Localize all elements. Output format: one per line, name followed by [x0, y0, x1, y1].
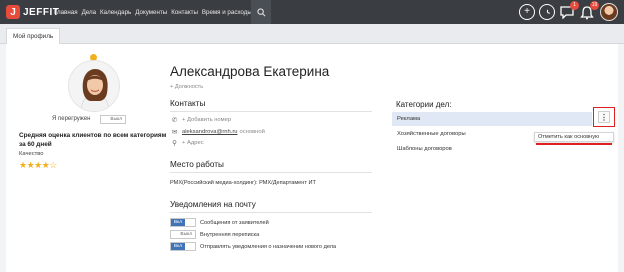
notif-toggle-new-case[interactable]: Вкл — [170, 242, 196, 251]
main-nav: Главная Дела Календарь Документы Контакт… — [54, 0, 256, 24]
workplace-value: РМХ(Российский медиа-холдинг): РМХ/Депар… — [170, 180, 316, 186]
clock-icon[interactable] — [539, 4, 555, 20]
notif-toggle-applicants[interactable]: Вкл — [170, 218, 196, 227]
tab-my-profile[interactable]: Мой профиль — [6, 28, 61, 44]
notif-label-new-case: Отправлять уведомления о назначении ново… — [200, 243, 337, 250]
address-row: ⚲ + Адрес — [170, 139, 204, 147]
nav-item-home[interactable]: Главная — [54, 9, 78, 16]
nav-search-button[interactable] — [251, 0, 271, 24]
kebab-menu-icon[interactable]: ⋮ — [598, 111, 610, 123]
tab-bar: Мой профиль — [0, 24, 624, 44]
category-item-contract-templates[interactable]: Шаблоны договоров — [392, 142, 452, 156]
nav-item-documents[interactable]: Документы — [135, 9, 167, 16]
category-item-advertising[interactable]: Реклама — [392, 112, 592, 126]
phone-row: ✆ + Добавить номер — [170, 116, 231, 124]
add-address-link[interactable]: + Адрес — [182, 140, 204, 146]
notif-toggle-applicants-state: Вкл — [171, 219, 185, 226]
rating-title: Средняя оценка клиентов по всем категори… — [19, 132, 167, 148]
chat-badge: 1 — [570, 1, 579, 10]
contacts-divider — [170, 111, 372, 112]
search-icon — [256, 7, 265, 16]
email-primary-tag: основной — [239, 129, 265, 135]
user-avatar[interactable] — [600, 3, 618, 21]
add-phone-link[interactable]: + Добавить номер — [182, 117, 231, 123]
notif-label-internal: Внутренняя переписка — [200, 231, 260, 238]
top-icons: + 1 19 — [515, 1, 618, 22]
profile-name: Александрова Екатерина — [170, 64, 330, 79]
top-navbar: J JEFFIT Главная Дела Календарь Документ… — [0, 0, 624, 24]
nav-item-cases[interactable]: Дела — [82, 9, 96, 16]
overload-label: Я перегружен — [52, 116, 91, 122]
notifications-divider — [170, 212, 372, 213]
bell-badge: 19 — [590, 1, 599, 10]
phone-icon: ✆ — [171, 117, 178, 124]
person-photo-icon — [69, 61, 119, 111]
quality-label: Качество — [19, 151, 44, 157]
add-position-link[interactable]: + Должность — [170, 84, 203, 90]
email-link[interactable]: aleksandrova@rnh.ru — [182, 129, 238, 135]
notif-row-new-case: Вкл Отправлять уведомления о назначении … — [170, 242, 336, 251]
mark-as-primary-option[interactable]: Отметить как основную — [534, 132, 614, 142]
nav-item-contacts[interactable]: Контакты — [171, 9, 198, 16]
category-label: Реклама — [397, 116, 421, 122]
logo-mark: J — [6, 5, 20, 19]
notif-label-applicants: Сообщения от заявителей — [200, 219, 269, 226]
notifications-title: Уведомления на почту — [170, 200, 256, 209]
overload-toggle-text: Выкл — [110, 117, 122, 122]
rating-stars: ★★★★☆ — [19, 160, 57, 170]
notif-toggle-internal-state: Выкл — [180, 232, 192, 237]
highlight-underline — [536, 143, 612, 145]
workplace-divider — [170, 172, 372, 173]
categories-title: Категории дел: — [396, 100, 452, 109]
logo[interactable]: J JEFFIT — [6, 3, 59, 21]
notif-row-applicants: Вкл Сообщения от заявителей — [170, 218, 269, 227]
category-item-business-contracts[interactable]: Хозяйственные договоры — [392, 127, 466, 141]
add-icon[interactable]: + — [519, 4, 535, 20]
nav-item-calendar[interactable]: Календарь — [100, 9, 131, 16]
email-row: ✉ aleksandrova@rnh.ru основной — [170, 128, 265, 136]
nav-item-time-expenses[interactable]: Время и расходы — [202, 9, 252, 16]
envelope-icon: ✉ — [171, 129, 178, 136]
profile-photo[interactable] — [68, 60, 120, 112]
chat-icon[interactable]: 1 — [559, 1, 579, 20]
category-menu-highlight: ⋮ — [593, 107, 615, 127]
contacts-title: Контакты — [170, 99, 206, 108]
notif-toggle-new-case-state: Вкл — [171, 243, 185, 250]
notif-row-internal: Выкл Внутренняя переписка — [170, 230, 259, 239]
location-pin-icon: ⚲ — [172, 140, 177, 147]
bell-icon[interactable]: 19 — [579, 1, 599, 20]
overload-toggle[interactable]: Выкл — [100, 115, 126, 124]
category-label: Шаблоны договоров — [397, 146, 452, 152]
notif-toggle-internal[interactable]: Выкл — [170, 230, 196, 239]
profile-card: Я перегружен Выкл Средняя оценка клиенто… — [6, 44, 618, 272]
category-label: Хозяйственные договоры — [397, 131, 466, 137]
workplace-title: Место работы — [170, 160, 224, 169]
